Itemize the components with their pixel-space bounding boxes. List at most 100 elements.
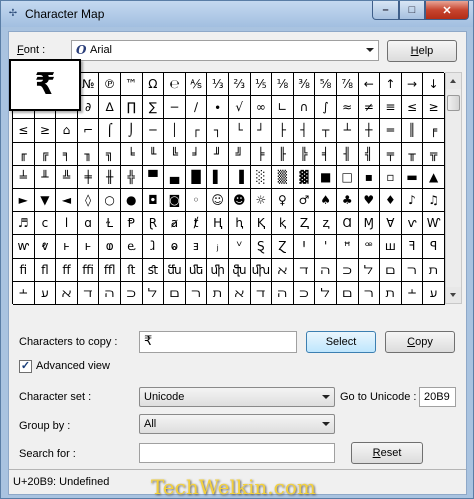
char-cell[interactable]: ﬢ [77, 281, 100, 305]
chars-to-copy-input[interactable]: ₹ [139, 331, 297, 353]
char-cell[interactable]: ☺ [207, 188, 229, 213]
grid-scrollbar[interactable] [445, 72, 462, 304]
char-cell[interactable]: ╤ [380, 142, 402, 166]
char-cell[interactable]: ꟹ [358, 235, 381, 259]
char-cell[interactable]: ⱸ [120, 235, 143, 259]
char-cell[interactable]: ﬠ [423, 281, 445, 305]
char-cell[interactable]: Ω [142, 73, 165, 97]
char-cell[interactable]: ♪ [401, 188, 424, 213]
char-cell[interactable]: ╚ [164, 142, 186, 166]
char-cell[interactable]: ⱹ [142, 235, 165, 259]
group-by-dropdown[interactable]: All [139, 414, 335, 434]
char-cell[interactable]: ﬡ [56, 281, 78, 305]
char-cell[interactable]: ⱬ [315, 212, 337, 236]
char-cell[interactable]: ≈ [336, 96, 359, 120]
char-cell[interactable]: ░ [250, 165, 273, 189]
char-cell[interactable]: ﬣ [99, 281, 121, 305]
char-cell[interactable]: ﬥ [315, 281, 337, 305]
char-cell[interactable]: ⱽ [228, 235, 251, 259]
char-cell[interactable]: ∞ [250, 96, 273, 120]
char-cell[interactable]: ◘ [142, 188, 165, 213]
char-cell[interactable]: ﬔ [185, 258, 208, 282]
char-cell[interactable]: ﬡ [272, 258, 294, 282]
char-cell[interactable]: ﬣ [272, 281, 294, 305]
char-cell[interactable]: ⅞ [336, 73, 359, 97]
char-cell[interactable]: ╣ [358, 142, 381, 166]
char-cell[interactable]: ∑ [142, 96, 165, 120]
char-cell[interactable]: ◊ [77, 188, 100, 213]
char-cell[interactable]: ≥ [423, 96, 445, 120]
char-cell[interactable]: ∩ [293, 96, 316, 120]
advanced-view-label[interactable]: Advanced view [36, 360, 110, 372]
char-cell[interactable]: ╡ [315, 142, 337, 166]
char-cell[interactable]: ꟻ [401, 235, 424, 259]
char-cell[interactable]: ♥ [358, 188, 381, 213]
char-cell[interactable]: ╬ [120, 165, 143, 189]
char-cell[interactable]: ﬥ [142, 281, 165, 305]
goto-unicode-input[interactable]: 20B9 [419, 387, 456, 407]
char-cell[interactable]: ╒ [423, 119, 445, 143]
char-cell[interactable]: ╨ [34, 165, 57, 189]
char-cell[interactable]: ◙ [164, 188, 186, 213]
help-button[interactable]: Help [387, 40, 457, 62]
char-cell[interactable]: ⱦ [185, 212, 208, 236]
char-cell[interactable]: ⱥ [164, 212, 186, 236]
char-cell[interactable]: ﬨ [423, 258, 445, 282]
char-cell[interactable]: ﬅ [120, 258, 143, 282]
char-cell[interactable]: ╕ [56, 142, 78, 166]
char-cell[interactable]: ﬨ [380, 281, 402, 305]
minimize-button[interactable]: – [372, 1, 399, 20]
char-cell[interactable]: Ɫ [99, 212, 121, 236]
char-cell[interactable]: ╧ [13, 165, 35, 189]
char-cell[interactable]: → [401, 73, 424, 97]
char-cell[interactable]: ╞ [250, 142, 273, 166]
char-cell[interactable]: ⱶ [56, 235, 78, 259]
char-cell[interactable]: ⅕ [250, 73, 273, 97]
char-cell[interactable]: ﬁ [13, 258, 35, 282]
char-cell[interactable]: ▄ [164, 165, 186, 189]
char-cell[interactable]: ∙ [207, 96, 229, 120]
title-bar[interactable]: ✢ Character Map – □ ✕ [1, 1, 473, 27]
scrollbar-thumb[interactable] [447, 95, 460, 111]
char-cell[interactable]: ﬦ [336, 281, 359, 305]
char-cell[interactable]: ⱪ [272, 212, 294, 236]
char-cell[interactable]: ⅝ [315, 73, 337, 97]
char-cell[interactable]: ► [13, 188, 35, 213]
char-cell[interactable]: ﬤ [336, 258, 359, 282]
char-cell[interactable]: ɑ [77, 212, 100, 236]
char-cell[interactable]: ⱺ [164, 235, 186, 259]
char-cell[interactable]: ╝ [228, 142, 251, 166]
char-cell[interactable]: ▲ [423, 165, 445, 189]
char-cell[interactable]: █ [185, 165, 208, 189]
char-cell[interactable]: ─ [142, 119, 165, 143]
char-cell[interactable]: ♀ [272, 188, 294, 213]
char-cell[interactable]: ﬧ [185, 281, 208, 305]
char-cell[interactable]: ↓ [423, 73, 445, 97]
char-cell[interactable]: ← [358, 73, 381, 97]
char-cell[interactable]: ╖ [77, 142, 100, 166]
char-cell[interactable]: Ⱪ [250, 212, 273, 236]
char-cell[interactable]: Ɀ [272, 235, 294, 259]
char-cell[interactable]: ■ [315, 165, 337, 189]
char-cell[interactable]: − [164, 96, 186, 120]
char-cell[interactable]: ▌ [207, 165, 229, 189]
maximize-button[interactable]: □ [399, 1, 425, 20]
char-cell[interactable]: ﬆ [142, 258, 165, 282]
char-cell[interactable]: ﬩ [401, 281, 424, 305]
char-cell[interactable]: ═ [380, 119, 402, 143]
char-cell[interactable]: ꟼ [423, 235, 445, 259]
char-cell[interactable]: ℗ [99, 73, 121, 97]
char-cell[interactable]: ┐ [207, 119, 229, 143]
char-cell[interactable]: ꟺ [380, 235, 402, 259]
char-cell[interactable]: ﬖ [228, 258, 251, 282]
char-cell[interactable]: Ȿ [250, 235, 273, 259]
reset-button[interactable]: Reset [351, 442, 423, 464]
char-cell[interactable]: ﬤ [120, 281, 143, 305]
char-cell[interactable]: √ [228, 96, 251, 120]
char-cell[interactable]: ║ [401, 119, 424, 143]
char-cell[interactable]: ╜ [207, 142, 229, 166]
char-cell[interactable]: ≥ [34, 119, 57, 143]
char-cell[interactable]: ﬕ [207, 258, 229, 282]
char-cell[interactable]: ﬦ [380, 258, 402, 282]
copy-button[interactable]: Copy [385, 331, 455, 353]
